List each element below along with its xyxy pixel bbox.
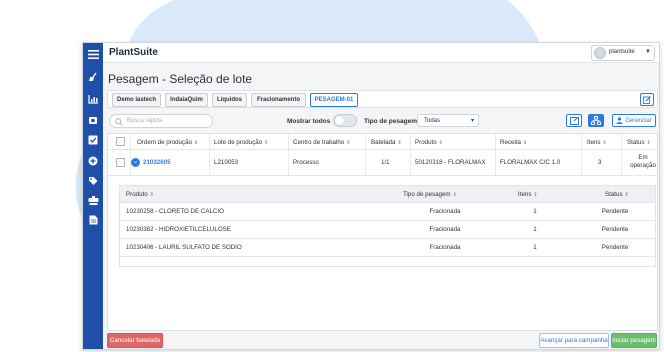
side-rail [83, 43, 103, 349]
product: 50120318 - FLORALMAX [415, 159, 486, 166]
manage-label: Gerenciar [625, 117, 652, 124]
status-badge: Em operação [630, 154, 656, 169]
search-input[interactable]: Busca rápida [109, 114, 213, 128]
sub-status: Pendente [601, 208, 629, 215]
sub-items: 1 [533, 226, 537, 233]
toggle-knob [335, 116, 344, 125]
user-menu[interactable]: plantsuite ▼ [591, 45, 655, 61]
search-icon [115, 118, 123, 126]
tab-pesagem-01[interactable]: PESAGEM-01 [310, 93, 358, 107]
check-icon[interactable] [86, 133, 100, 147]
sub-items: 1 [533, 208, 537, 215]
page-title: Pesagem - Seleção de lote [108, 72, 253, 86]
tag-icon[interactable] [86, 174, 100, 188]
actions-bar: Cancelar batelada Avançar para campanha … [103, 331, 659, 349]
header-work-center[interactable]: Centro de trabalho ⇕ [293, 139, 350, 146]
brand-logo: PlantSuite [109, 47, 158, 58]
subtable-row[interactable]: 10230406 - LAURIL SULFATO DE SODIO Fraci… [120, 239, 655, 257]
avatar [594, 47, 606, 59]
chevron-down-icon: ▼ [645, 49, 651, 55]
chevron-down-icon[interactable]: ⌄ [131, 158, 140, 167]
sub-header-status[interactable]: Status ⇕ [605, 191, 629, 198]
weighing-type-select[interactable]: Todas ▾ [417, 114, 479, 127]
header-lot[interactable]: Lote de produção ⇕ [214, 139, 268, 146]
tabs-bar: Demo lastech IndaiaQuim Líquidos Fracion… [107, 90, 658, 108]
header-status[interactable]: Status ⇕ [627, 139, 651, 146]
sub-header-type[interactable]: Tipo de pesagem ⇕ [403, 191, 457, 198]
menu-icon[interactable] [86, 47, 100, 61]
sub-items: 1 [533, 244, 537, 251]
order-number[interactable]: 21032605 [143, 159, 171, 166]
tab-liquidos[interactable]: Líquidos [212, 93, 247, 107]
orders-table: Ordem de produção ⇕ Lote de produção ⇕ Cen… [107, 133, 658, 331]
document-icon[interactable] [86, 213, 100, 227]
advance-campaign-button[interactable]: Avançar para campanha [539, 333, 609, 348]
products-subtable: Produto ⇕ Tipo de pesagem ⇕ Itens ⇕ Status ⇕… [119, 185, 656, 267]
chevron-down-icon: ▾ [470, 118, 474, 124]
row-checkbox[interactable] [116, 158, 125, 167]
header-recipe[interactable]: Receita ⇕ [500, 139, 527, 146]
filters-bar: Busca rápida Mostrar todos Tipo de pesag… [107, 113, 658, 131]
show-all-toggle[interactable] [333, 114, 357, 127]
export-icon [569, 116, 579, 125]
plus-circle-icon[interactable] [86, 154, 100, 168]
start-weighing-button[interactable]: Iniciar pesagem [611, 333, 657, 348]
weighing-type-value: Todas [424, 118, 441, 124]
work-center: Processo [293, 159, 319, 166]
select-all-checkbox[interactable] [116, 137, 125, 146]
header-items[interactable]: Itens ⇕ [587, 139, 607, 146]
sub-product: 10230406 - LAURIL SULFATO DE SODIO [126, 244, 242, 251]
tab-demo-lastech[interactable]: Demo lastech [112, 93, 161, 107]
hierarchy-view-button[interactable] [588, 114, 604, 127]
items-count: 3 [598, 159, 602, 166]
top-bar: PlantSuite plantsuite ▼ [103, 43, 659, 63]
batch: 1/1 [381, 159, 390, 166]
sub-status: Pendente [601, 244, 629, 251]
sub-product: 10230382 - HIDROXIETILCELULOSE [126, 226, 231, 233]
sub-header-product[interactable]: Produto ⇕ [126, 191, 154, 198]
sub-product: 10230258 - CLORETO DE CALCIO [126, 208, 224, 215]
lot-number: L210053 [214, 159, 239, 166]
scale-icon[interactable] [86, 113, 100, 127]
show-all-label: Mostrar todos [287, 118, 331, 125]
table-row[interactable]: ⌄ 21032605 L210053 Processo 1/1 50120318… [108, 150, 657, 176]
app-window: PlantSuite plantsuite ▼ Pesagem - Seleçã… [82, 42, 660, 350]
tab-indaiaquim[interactable]: IndaiaQuim [165, 93, 208, 107]
subtable-row[interactable]: 10230382 - HIDROXIETILCELULOSE Fracionad… [120, 221, 655, 239]
edit-icon [643, 95, 651, 104]
subtable-row[interactable]: 10230258 - CLORETO DE CALCIO Fracionada … [120, 203, 655, 221]
edit-tabs-button[interactable] [640, 93, 654, 106]
sub-type: Fracionada [429, 244, 461, 251]
header-product[interactable]: Produto ⇕ [415, 139, 443, 146]
table-header: Ordem de produção ⇕ Lote de produção ⇕ Cen… [108, 134, 657, 150]
cancel-batch-button[interactable]: Cancelar batelada [107, 333, 163, 348]
user-icon [616, 117, 623, 124]
header-order[interactable]: Ordem de produção ⇕ [137, 139, 198, 146]
user-name: plantsuite [609, 49, 635, 55]
subtable-header: Produto ⇕ Tipo de pesagem ⇕ Itens ⇕ Status ⇕ [120, 186, 655, 203]
sub-type: Fracionada [429, 226, 461, 233]
search-placeholder: Busca rápida [127, 118, 163, 124]
sub-header-items[interactable]: Itens ⇕ [518, 191, 538, 198]
scale-alt-icon[interactable] [86, 194, 100, 208]
manage-button[interactable]: Gerenciar [612, 114, 656, 127]
tab-fracionamento[interactable]: Fracionamento [251, 93, 306, 107]
export-view-button[interactable] [566, 114, 582, 127]
header-batch[interactable]: Batelada ⇕ [371, 139, 402, 146]
weighing-type-label: Tipo de pesagem [364, 118, 417, 125]
hierarchy-icon [591, 116, 601, 125]
broom-icon[interactable] [86, 70, 100, 84]
recipe: FLORALMAX C/C 1.0 [500, 159, 561, 166]
sub-type: Fracionada [429, 208, 461, 215]
chart-icon[interactable] [86, 92, 100, 106]
sub-status: Pendente [601, 226, 629, 233]
